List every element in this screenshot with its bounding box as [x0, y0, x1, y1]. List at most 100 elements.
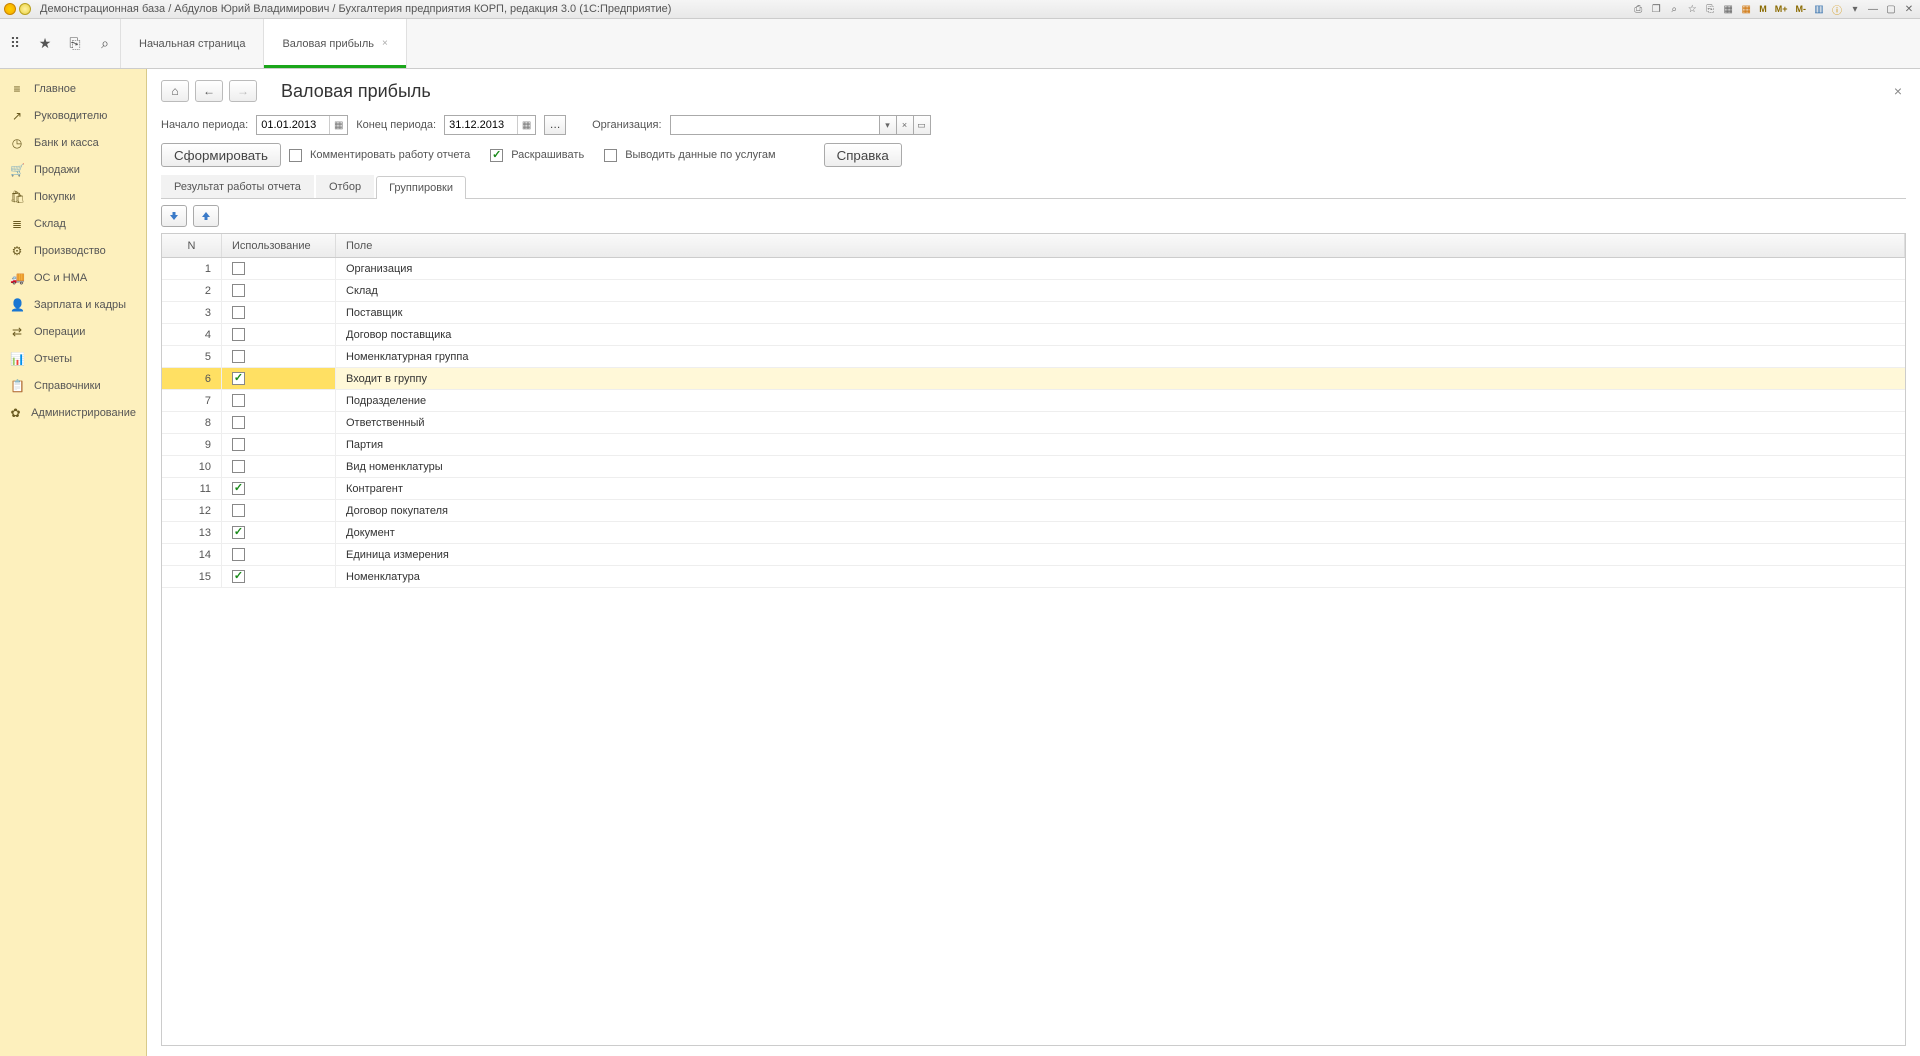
tab-close-icon[interactable]: × [382, 38, 388, 49]
info-icon[interactable]: ⓘ [1830, 2, 1844, 16]
toolbar-icons: ⠿ ★ ⎘ ⌕ [0, 19, 121, 68]
search-toolbar-icon[interactable]: ⌕ [96, 35, 114, 53]
memory-minus-icon[interactable]: M- [1794, 2, 1809, 16]
calendar-icon[interactable]: ▦ [517, 116, 535, 134]
sidebar-item[interactable]: 👤Зарплата и кадры [0, 291, 146, 318]
row-use-checkbox[interactable] [232, 416, 245, 429]
table-row[interactable]: 10Вид номенклатуры [162, 456, 1905, 478]
row-use-checkbox[interactable] [232, 526, 245, 539]
history-icon[interactable]: ⎘ [66, 35, 84, 53]
help-button[interactable]: Справка [824, 143, 902, 167]
row-use-checkbox[interactable] [232, 482, 245, 495]
subtab-result[interactable]: Результат работы отчета [161, 175, 314, 198]
apps-icon[interactable]: ⠿ [6, 35, 24, 53]
sidebar-item[interactable]: 🛒Продажи [0, 156, 146, 183]
table-row[interactable]: 11Контрагент [162, 478, 1905, 500]
save-icon[interactable]: ❐ [1649, 2, 1663, 16]
sidebar-item[interactable]: 📋Справочники [0, 372, 146, 399]
col-header-n[interactable]: N [162, 234, 222, 257]
org-input[interactable] [670, 115, 880, 135]
services-checkbox[interactable] [604, 149, 617, 162]
table-row[interactable]: 4Договор поставщика [162, 324, 1905, 346]
org-clear-icon[interactable]: × [897, 115, 914, 135]
forward-button[interactable]: → [229, 80, 257, 102]
minimize-icon[interactable]: — [1866, 2, 1880, 16]
calc-icon[interactable]: ▦ [1721, 2, 1735, 16]
row-use-checkbox[interactable] [232, 548, 245, 561]
table-row[interactable]: 9Партия [162, 434, 1905, 456]
tab-start-page[interactable]: Начальная страница [121, 19, 264, 68]
maximize-icon[interactable]: ▢ [1884, 2, 1898, 16]
star-icon[interactable]: ★ [36, 35, 54, 53]
memory-icon[interactable]: M [1757, 2, 1769, 16]
row-use-checkbox[interactable] [232, 262, 245, 275]
move-down-button[interactable] [161, 205, 187, 227]
table-row[interactable]: 14Единица измерения [162, 544, 1905, 566]
row-use-checkbox[interactable] [232, 372, 245, 385]
sidebar-item[interactable]: ↗Руководителю [0, 102, 146, 129]
subtab-groupings[interactable]: Группировки [376, 176, 466, 199]
print-icon[interactable]: ⎙ [1631, 2, 1645, 16]
sidebar-item[interactable]: 📊Отчеты [0, 345, 146, 372]
sidebar-item[interactable]: ⇄Операции [0, 318, 146, 345]
sidebar-item[interactable]: ⚙Производство [0, 237, 146, 264]
table-row[interactable]: 2Склад [162, 280, 1905, 302]
table-row[interactable]: 5Номенклатурная группа [162, 346, 1905, 368]
period-end-field[interactable] [445, 119, 517, 131]
comment-checkbox[interactable] [289, 149, 302, 162]
table-row[interactable]: 6Входит в группу [162, 368, 1905, 390]
period-start-field[interactable] [257, 119, 329, 131]
col-header-use[interactable]: Использование [222, 234, 336, 257]
row-use-checkbox[interactable] [232, 394, 245, 407]
period-end-input[interactable]: ▦ [444, 115, 536, 135]
grid-toolbar [161, 205, 1906, 227]
cell-field: Организация [336, 258, 1905, 279]
dropdown-icon[interactable]: ▾ [1848, 2, 1862, 16]
table-row[interactable]: 13Документ [162, 522, 1905, 544]
table-row[interactable]: 1Организация [162, 258, 1905, 280]
close-window-icon[interactable]: ✕ [1902, 2, 1916, 16]
period-picker-button[interactable]: … [544, 115, 566, 135]
memory-plus-icon[interactable]: M+ [1773, 2, 1790, 16]
sidebar-item[interactable]: ≣Склад [0, 210, 146, 237]
home-button[interactable]: ⌂ [161, 80, 189, 102]
row-use-checkbox[interactable] [232, 504, 245, 517]
org-open-icon[interactable]: ▭ [914, 115, 931, 135]
link-icon[interactable]: ⎘ [1703, 2, 1717, 16]
row-use-checkbox[interactable] [232, 460, 245, 473]
table-row[interactable]: 3Поставщик [162, 302, 1905, 324]
close-page-icon[interactable]: × [1890, 79, 1906, 103]
subtab-filter[interactable]: Отбор [316, 175, 374, 198]
table-row[interactable]: 7Подразделение [162, 390, 1905, 412]
generate-button[interactable]: Сформировать [161, 143, 281, 167]
row-use-checkbox[interactable] [232, 306, 245, 319]
row-use-checkbox[interactable] [232, 284, 245, 297]
move-up-button[interactable] [193, 205, 219, 227]
calendar-icon[interactable]: ▦ [1739, 2, 1753, 16]
tab-gross-profit[interactable]: Валовая прибыль × [264, 19, 406, 68]
sidebar-item[interactable]: ≡Главное [0, 75, 146, 102]
table-row[interactable]: 12Договор покупателя [162, 500, 1905, 522]
favorite-icon[interactable]: ☆ [1685, 2, 1699, 16]
row-use-checkbox[interactable] [232, 438, 245, 451]
org-dropdown-icon[interactable]: ▾ [880, 115, 897, 135]
col-header-field[interactable]: Поле [336, 234, 1905, 257]
calendar-icon[interactable]: ▦ [329, 116, 347, 134]
sidebar-item[interactable]: ✿Администрирование [0, 399, 146, 426]
search-icon[interactable]: ⌕ [1667, 2, 1681, 16]
table-row[interactable]: 8Ответственный [162, 412, 1905, 434]
period-start-input[interactable]: ▦ [256, 115, 348, 135]
sidebar-item[interactable]: ◷Банк и касса [0, 129, 146, 156]
cell-field: Договор покупателя [336, 500, 1905, 521]
colorize-checkbox[interactable] [490, 149, 503, 162]
sidebar-item[interactable]: 🚚ОС и НМА [0, 264, 146, 291]
sidebar-item[interactable]: 🛍Покупки [0, 183, 146, 210]
row-use-checkbox[interactable] [232, 328, 245, 341]
panels-icon[interactable]: ▥ [1812, 2, 1826, 16]
row-use-checkbox[interactable] [232, 350, 245, 363]
app-icon-dropdown[interactable] [19, 3, 31, 15]
main-toolbar: ⠿ ★ ⎘ ⌕ Начальная страница Валовая прибы… [0, 19, 1920, 69]
table-row[interactable]: 15Номенклатура [162, 566, 1905, 588]
row-use-checkbox[interactable] [232, 570, 245, 583]
back-button[interactable]: ← [195, 80, 223, 102]
